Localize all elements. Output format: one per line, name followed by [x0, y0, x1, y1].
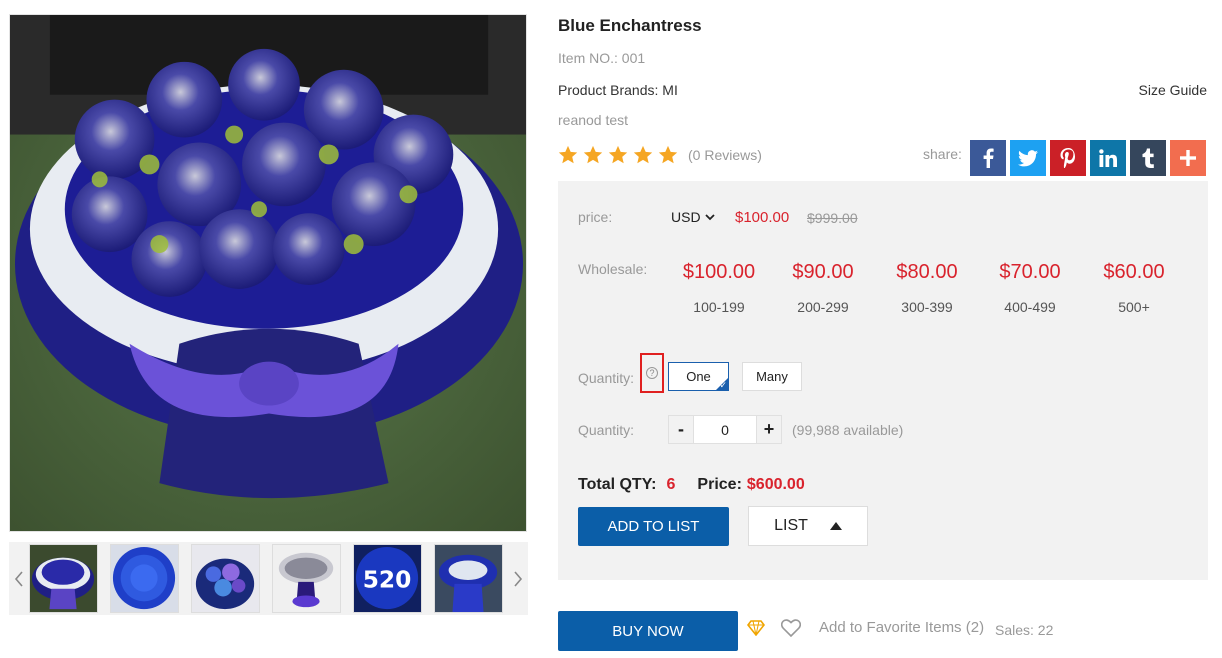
wholesale-tier: $60.00 500+ — [1084, 261, 1184, 315]
blue-rose-wrap-thumb[interactable] — [434, 544, 503, 613]
total-price-value: $600.00 — [746, 476, 805, 493]
tier-range: 200-299 — [797, 299, 849, 315]
help-icon[interactable]: ? — [646, 367, 658, 379]
wholesale-tier: $100.00 100-199 — [669, 261, 769, 315]
tier-price: $60.00 — [1103, 261, 1165, 283]
add-to-list-button[interactable]: ADD TO LIST — [578, 507, 729, 546]
blue-rose-box-thumb[interactable] — [191, 544, 260, 613]
increment-button[interactable]: + — [756, 415, 782, 444]
facebook-icon[interactable] — [970, 140, 1006, 176]
star-icon — [658, 145, 678, 164]
rating-stars — [557, 144, 679, 166]
reviews-link[interactable]: (0 Reviews) — [688, 147, 762, 163]
diamond-icon — [747, 620, 765, 636]
star-icon — [583, 145, 603, 164]
blue-rose-bouquet-thumb[interactable] — [29, 544, 98, 613]
product-subtitle: reanod test — [558, 112, 629, 128]
currency-value: USD — [671, 209, 701, 225]
tier-range: 300-399 — [901, 299, 953, 315]
silver-rose-bouquet-thumb[interactable] — [272, 544, 341, 613]
sales-count: Sales: 22 — [995, 622, 1054, 638]
list-dropdown-button[interactable]: LIST — [748, 506, 868, 546]
chevron-down-icon — [704, 213, 715, 220]
tier-range: 500+ — [1118, 299, 1150, 315]
wholesale-tier: $80.00 300-399 — [877, 261, 977, 315]
product-title: Blue Enchantress — [558, 16, 702, 35]
tier-price: $70.00 — [999, 261, 1061, 283]
main-product-image[interactable] — [9, 14, 527, 532]
blue-rose-heart-thumb[interactable] — [110, 544, 179, 613]
size-guide-link[interactable]: Size Guide — [1139, 82, 1207, 98]
list-label: LIST — [774, 517, 808, 534]
wholesale-tier: $90.00 200-299 — [773, 261, 873, 315]
tier-price: $100.00 — [682, 261, 756, 283]
chevron-left-icon[interactable] — [9, 542, 29, 615]
product-brand: Product Brands: MI — [558, 82, 678, 98]
quantity-label: Quantity: — [578, 422, 635, 438]
currency-select[interactable]: USD — [671, 209, 715, 225]
quantity-option-many[interactable]: Many — [742, 362, 802, 391]
svg-text:520: 520 — [363, 567, 412, 594]
quantity-mode-label: Quantity: — [578, 370, 635, 386]
tumblr-icon[interactable] — [1130, 140, 1166, 176]
help-icon-highlight[interactable]: ? — [640, 353, 664, 393]
total-qty-value: 6 — [666, 476, 676, 493]
520-rose-bouquet-thumb[interactable]: 520 — [353, 544, 422, 613]
tier-price: $90.00 — [792, 261, 854, 283]
tier-price: $80.00 — [896, 261, 958, 283]
heart-icon[interactable] — [781, 619, 801, 637]
original-price: $999.00 — [807, 210, 858, 226]
order-totals: Total QTY: 6 Price: $600.00 — [578, 476, 805, 494]
quantity-stepper: - + — [668, 415, 782, 444]
option-one-label: One — [686, 369, 711, 384]
wholesale-tier: $70.00 400-499 — [980, 261, 1080, 315]
pinterest-icon[interactable] — [1050, 140, 1086, 176]
star-icon — [633, 145, 653, 164]
decrement-button[interactable]: - — [668, 415, 694, 444]
option-many-label: Many — [756, 369, 788, 384]
price-label: price: — [578, 209, 613, 225]
more-share-icon[interactable] — [1170, 140, 1206, 176]
current-price: $100.00 — [735, 209, 790, 226]
star-icon — [608, 145, 628, 164]
product-page: 520 Blue Enchantress Item NO.: 001 Produ… — [0, 0, 1222, 658]
add-favorite-link[interactable]: Add to Favorite Items (2) — [819, 619, 984, 636]
tier-range: 400-499 — [1004, 299, 1056, 315]
item-number: Item NO.: 001 — [558, 50, 646, 66]
thumbnail-strip: 520 — [9, 542, 528, 615]
linkedin-icon[interactable] — [1090, 140, 1126, 176]
twitter-icon[interactable] — [1010, 140, 1046, 176]
share-label: share: — [923, 146, 962, 162]
quantity-input[interactable] — [694, 415, 756, 444]
total-qty-label: Total QTY: — [578, 476, 657, 493]
check-icon: ✓ — [719, 380, 727, 390]
total-price-label: Price: — [697, 476, 742, 493]
tier-range: 100-199 — [693, 299, 745, 315]
share-buttons — [970, 140, 1206, 176]
star-icon — [558, 145, 578, 164]
wholesale-label: Wholesale: — [578, 261, 648, 277]
triangle-up-icon — [829, 522, 842, 530]
purchase-panel: price: USD $100.00 $999.00 Wholesale: $1… — [558, 181, 1208, 580]
buy-now-button[interactable]: BUY NOW — [558, 611, 738, 651]
chevron-right-icon[interactable] — [508, 542, 528, 615]
quantity-option-one[interactable]: One ✓ — [668, 362, 729, 391]
available-stock: (99,988 available) — [792, 422, 904, 438]
